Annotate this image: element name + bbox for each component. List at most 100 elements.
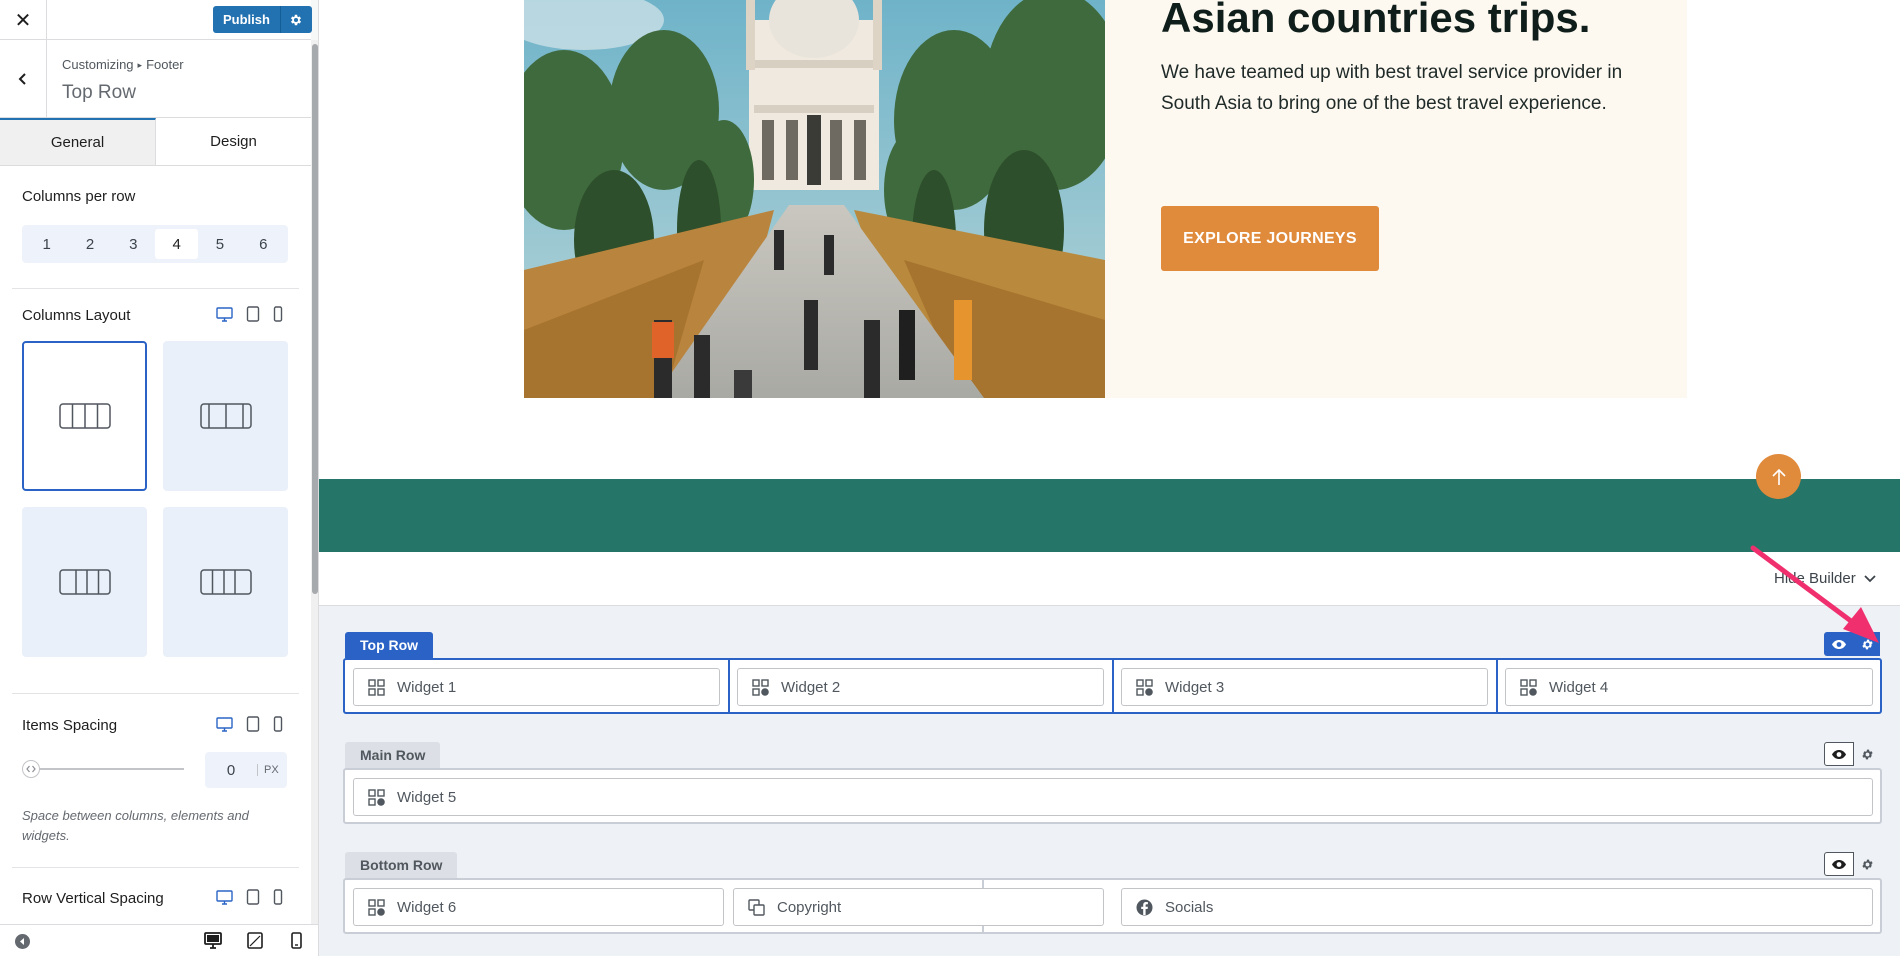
- widget-3-item[interactable]: Widget 3: [1121, 668, 1488, 706]
- column-separator: [1496, 660, 1498, 712]
- gear-icon: [291, 14, 302, 25]
- tablet-icon[interactable]: [246, 889, 260, 905]
- drag-arrows-icon: [26, 765, 36, 773]
- tablet-icon[interactable]: [246, 306, 260, 322]
- main-row-settings-button[interactable]: [1854, 742, 1880, 766]
- widget-grid-icon: [752, 678, 769, 696]
- breadcrumb-root: Customizing: [62, 57, 134, 72]
- row-vertical-spacing-device-switcher: [216, 889, 283, 905]
- columns-option-6[interactable]: 6: [242, 229, 285, 259]
- items-spacing-device-switcher: [216, 716, 283, 732]
- widget-1-label: Widget 1: [397, 678, 457, 696]
- row-tab-main[interactable]: Main Row: [345, 742, 441, 768]
- layout-option-equal[interactable]: [22, 341, 147, 491]
- widget-4-label: Widget 4: [1549, 678, 1609, 696]
- gear-icon: [1861, 859, 1873, 869]
- tablet-icon[interactable]: [246, 716, 260, 732]
- columns-per-row-label: Columns per row: [22, 188, 136, 205]
- footer-teal-band: [319, 479, 1900, 552]
- mobile-icon[interactable]: [273, 306, 283, 322]
- widget-grid-icon: [368, 678, 385, 696]
- items-spacing-slider-handle[interactable]: [22, 760, 40, 778]
- items-spacing-label: Items Spacing: [22, 717, 118, 734]
- main-row-visibility-button[interactable]: [1824, 742, 1854, 766]
- widget-5-item[interactable]: Widget 5: [353, 778, 1873, 816]
- arrow-up-icon: [1771, 468, 1786, 485]
- socials-label: Socials: [1165, 898, 1214, 916]
- preview-mobile-icon[interactable]: [291, 932, 302, 954]
- columns-option-1[interactable]: 1: [25, 229, 68, 259]
- hide-builder-toggle[interactable]: Hide Builder: [1774, 570, 1876, 587]
- hero-photo: [524, 0, 1105, 398]
- bottom-row-visibility-button[interactable]: [1824, 852, 1854, 876]
- items-spacing-slider-track[interactable]: [22, 768, 184, 770]
- scroll-to-top-button[interactable]: [1756, 454, 1801, 499]
- widget-6-label: Widget 6: [397, 898, 457, 916]
- desktop-icon[interactable]: [216, 716, 233, 732]
- facebook-icon: [1136, 899, 1153, 916]
- top-row-visibility-button[interactable]: [1824, 632, 1854, 656]
- builder-toolbar: [319, 552, 1900, 606]
- widget-2-item[interactable]: Widget 2: [737, 668, 1104, 706]
- widget-grid-icon: [368, 788, 385, 806]
- columns-option-2[interactable]: 2: [68, 229, 111, 259]
- customizer-sidebar: ✕ Publish Customizing ▸ Footer Top Row Gen…: [0, 0, 319, 956]
- layout-option-wide-center[interactable]: [163, 341, 288, 491]
- breadcrumb-separator: ▸: [137, 60, 143, 70]
- columns-option-3[interactable]: 3: [112, 229, 155, 259]
- sidebar-scrollbar[interactable]: [311, 40, 318, 924]
- desktop-icon[interactable]: [216, 889, 233, 905]
- scrollbar-thumb[interactable]: [312, 44, 318, 594]
- back-button[interactable]: [0, 40, 47, 118]
- mobile-icon[interactable]: [273, 889, 283, 905]
- divider: [12, 867, 299, 868]
- explore-journeys-button[interactable]: EXPLORE JOURNEYS: [1161, 206, 1379, 271]
- footer-builder: Top Row Widget 1 Widget 2 Widget 3 Widge…: [319, 606, 1900, 956]
- widget-grid-icon: [1136, 678, 1153, 696]
- columns-option-5[interactable]: 5: [198, 229, 241, 259]
- socials-item[interactable]: Socials: [1121, 888, 1873, 926]
- columns-layout-device-switcher: [216, 306, 283, 322]
- collapse-sidebar-icon[interactable]: [14, 933, 31, 955]
- items-spacing-value[interactable]: 0: [205, 762, 257, 779]
- widget-1-item[interactable]: Widget 1: [353, 668, 720, 706]
- tab-general[interactable]: General: [0, 118, 156, 165]
- columns-option-4[interactable]: 4: [154, 229, 199, 259]
- four-columns-layout-icon: [58, 569, 111, 595]
- chevron-left-icon: [18, 73, 26, 85]
- publish-button[interactable]: Publish: [213, 6, 280, 33]
- desktop-icon[interactable]: [216, 306, 233, 322]
- items-spacing-unit[interactable]: PX: [257, 764, 279, 776]
- layout-option-wide-right[interactable]: [163, 507, 288, 657]
- chevron-down-icon: [1864, 574, 1876, 582]
- column-separator: [1112, 660, 1114, 712]
- four-columns-layout-icon: [58, 403, 111, 429]
- main-row-controls: [1824, 742, 1880, 766]
- gear-icon: [1861, 639, 1873, 649]
- row-tab-top[interactable]: Top Row: [345, 632, 434, 658]
- publish-group: Publish: [213, 6, 312, 33]
- copyright-item[interactable]: Copyright: [733, 888, 1104, 926]
- tab-design[interactable]: Design: [156, 118, 311, 165]
- close-customizer-button[interactable]: ✕: [0, 0, 47, 40]
- close-icon: ✕: [14, 9, 32, 32]
- panel-title: Top Row: [62, 82, 136, 103]
- preview-tablet-icon[interactable]: [247, 932, 263, 954]
- items-spacing-input[interactable]: 0 PX: [205, 752, 287, 788]
- columns-per-row-selector: 1 2 3 4 5 6: [22, 225, 288, 263]
- panel-header: Customizing ▸ Footer Top Row: [0, 40, 311, 118]
- hero-title: Asian countries trips.: [1161, 0, 1591, 41]
- mobile-icon[interactable]: [273, 716, 283, 732]
- publish-settings-button[interactable]: [279, 6, 312, 33]
- row-tab-bottom[interactable]: Bottom Row: [345, 852, 458, 878]
- layout-option-wide-left[interactable]: [22, 507, 147, 657]
- bottom-row-settings-button[interactable]: [1854, 852, 1880, 876]
- widget-6-item[interactable]: Widget 6: [353, 888, 724, 926]
- widget-4-item[interactable]: Widget 4: [1505, 668, 1873, 706]
- preview-desktop-icon[interactable]: [204, 932, 222, 954]
- column-separator: [728, 660, 730, 712]
- copyright-label: Copyright: [777, 898, 842, 916]
- eye-icon: [1832, 859, 1846, 869]
- top-row-settings-button[interactable]: [1854, 632, 1880, 656]
- copy-icon: [748, 898, 765, 916]
